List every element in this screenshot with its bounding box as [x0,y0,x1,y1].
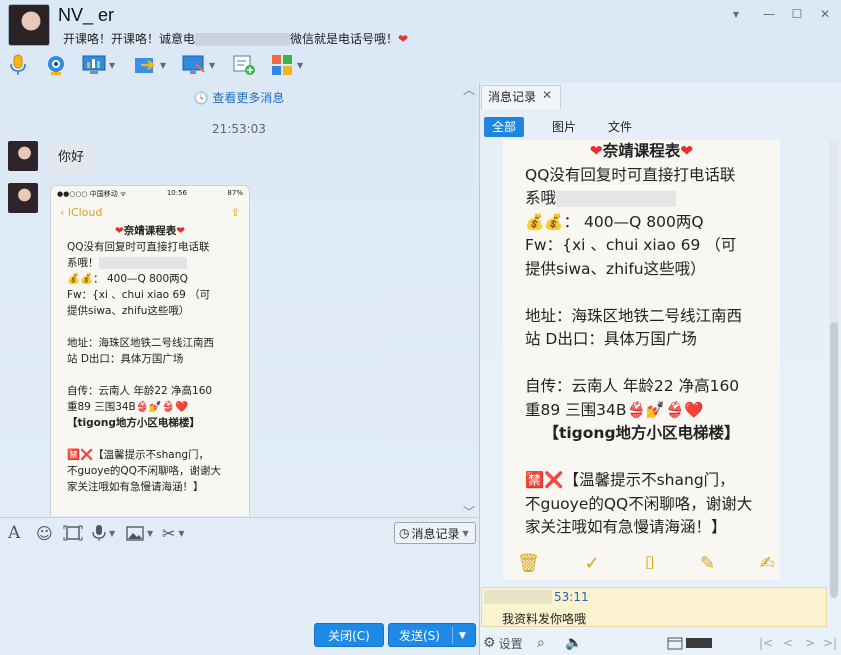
check-icon: ✓ [584,553,600,574]
collapse-up-icon[interactable]: ︿ [463,83,475,98]
apps-icon [270,53,294,77]
search-icon[interactable]: ⌕ [537,633,545,653]
message-text: 我资料发你咯哦 [502,612,587,626]
compose-icon: ✍ [759,553,775,574]
history-message-item[interactable]: 53:11 我资料发你咯哦 [481,587,827,627]
image-message[interactable]: ●●○○○ 中国移动 ᯤ 10:56 87% ‹ iCloud ⇪ ❤奈靖课程表… [50,185,250,516]
screenshot-icon[interactable] [63,522,83,544]
file-transfer-icon [133,53,157,77]
sender-avatar[interactable] [8,141,38,171]
send-options-dropdown[interactable]: ▼ [459,624,466,648]
message-bubble[interactable]: 你好 [49,143,94,173]
history-footer: ⚙ 设置 ⌕ 🔈 |< < > >| [479,630,841,655]
close-tab-icon[interactable]: ✕ [542,88,552,102]
share-icon: ⇪ [230,206,240,219]
back-label: ‹ iCloud [60,206,103,219]
maximize-button[interactable]: ☐ [788,6,806,22]
screen-share-icon [182,53,206,77]
contact-signature: 开课咯！开课咯！诚意电 微信就是电话号哦！❤ [63,30,408,47]
phone-status-bar: ●●○○○ 中国移动 ᯤ 10:56 87% [57,189,243,198]
video-call-icon [44,53,68,77]
settings-button[interactable]: ⚙ 设置 [483,633,523,653]
chevron-down-icon: ▼ [109,60,116,70]
heart-emoji: ❤ [398,32,409,46]
microphone-icon [6,53,30,77]
clock-icon: 🕓 [193,91,209,105]
screen-share-button[interactable]: ▼ [182,52,215,78]
note-toolbar: 🗑 ✓ ⌷ ✎ ✍ [517,553,775,574]
contact-name[interactable]: NV_ er [58,5,114,26]
calendar-icon[interactable] [667,633,712,653]
redacted-area [195,33,291,46]
message-time: 53:11 [554,590,589,604]
close-window-button[interactable]: ✕ [816,6,834,22]
close-chat-button[interactable]: 关闭(C) [314,623,384,647]
video-call-button[interactable] [44,52,68,78]
pen-icon: ✎ [700,553,716,574]
menu-dropdown-button[interactable]: ▾ [727,6,745,22]
camera-icon: ⌷ [644,553,656,574]
filter-files[interactable]: 文件 [600,117,640,137]
message-input[interactable] [0,547,478,622]
chat-message-area[interactable]: 🕓 查看更多消息 ︿ 21:53:03 你好 ●●○○○ 中国移动 ᯤ 10:5… [0,83,478,516]
note-text: ❤奈靖课程表❤ QQ没有回复时可直接打电话联 系哦！ 💰💰： 400—Q 800… [67,225,221,493]
history-note-text: ❤奈靖课程表❤ QQ没有回复时可直接打电话联 系哦 💰💰： 400—Q 800两… [525,142,753,536]
redacted-area [686,638,712,648]
redacted-area [484,590,552,604]
add-task-button[interactable] [232,52,256,78]
clock-icon: ◷ [399,526,410,540]
first-page-icon[interactable]: |< [759,633,773,653]
chevron-down-icon: ▼ [178,528,185,538]
minimize-button[interactable]: — [760,6,778,22]
history-image-message[interactable]: ❤奈靖课程表❤ QQ没有回复时可直接打电话联 系哦 💰💰： 400—Q 800两… [503,140,780,580]
chat-header: NV_ er 开课咯！开课咯！诚意电 微信就是电话号哦！❤ ▾ — ☐ ✕ [0,0,841,50]
voice-call-button[interactable] [6,52,30,78]
voice-message-icon[interactable]: ▼ [92,522,115,544]
image-icon[interactable]: ▼ [126,522,153,544]
message-timestamp: 21:53:03 [212,122,266,136]
scroll-down-icon[interactable]: ﹀ [463,503,475,516]
chevron-down-icon: ▼ [147,528,154,538]
trash-icon: 🗑 [517,553,540,574]
input-toolbar: A ☺ ▼ ▼ ✂ ▼ ◷ 消息记录 ▼ [0,517,478,547]
apps-button[interactable]: ▼ [270,52,303,78]
signature-start: 开课咯！开课咯！诚意电 [63,32,196,46]
redacted-area [556,190,677,207]
scrollbar-thumb[interactable] [830,322,838,598]
font-icon[interactable]: A [8,522,20,544]
gear-icon: ⚙ [483,635,496,651]
remote-desktop-icon [82,53,106,77]
message-history-button[interactable]: ◷ 消息记录 ▼ [394,522,476,544]
next-page-icon[interactable]: > [805,633,815,653]
chevron-down-icon: ▼ [209,60,216,70]
contact-avatar[interactable] [8,4,50,46]
chat-toolbar: ▼ ▼ ▼ ▼ [0,50,841,82]
chevron-down-icon: ▼ [160,60,167,70]
chevron-down-icon: ▼ [297,60,304,70]
view-more-messages-link[interactable]: 🕓 查看更多消息 [0,89,478,106]
phone-nav-bar: ‹ iCloud ⇪ [51,202,249,223]
chevron-down-icon: ▼ [462,528,469,538]
redacted-area [98,257,187,269]
emoji-icon[interactable]: ☺ [36,522,53,544]
send-button[interactable]: 发送(S) ▼ [388,623,476,647]
previous-page-icon[interactable]: < [783,633,793,653]
remote-desktop-button[interactable]: ▼ [82,52,115,78]
signature-end: 微信就是电话号哦！ [290,32,399,46]
filter-all[interactable]: 全部 [484,117,525,137]
sender-avatar[interactable] [8,183,38,213]
speaker-icon[interactable]: 🔈 [565,633,582,653]
file-transfer-button[interactable]: ▼ [133,52,166,78]
scissors-icon[interactable]: ✂ ▼ [162,522,185,544]
chevron-down-icon: ▼ [109,528,116,538]
add-task-icon [232,53,256,77]
last-page-icon[interactable]: >| [823,633,837,653]
filter-images[interactable]: 图片 [544,117,584,137]
